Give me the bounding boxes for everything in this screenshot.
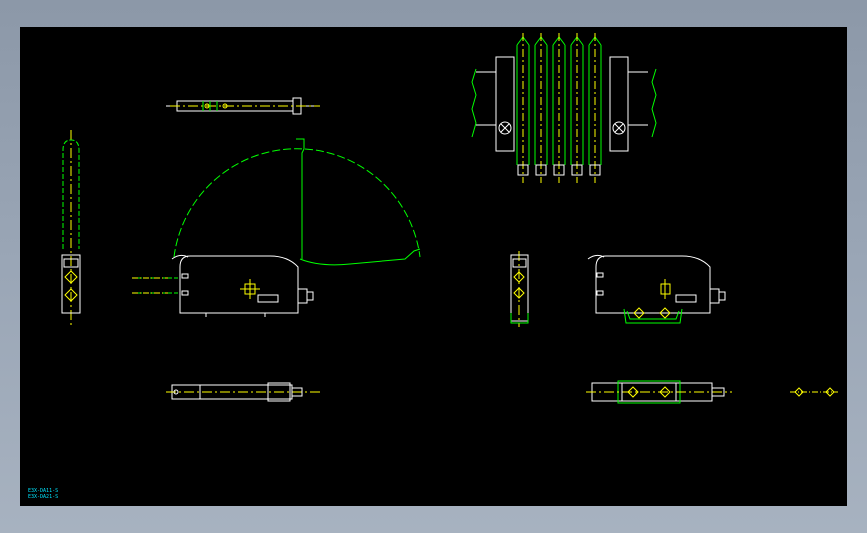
hole-detail [790,387,838,397]
stacked-amplifiers [516,33,602,183]
amplifier-front-body [595,255,711,314]
cover-swing-arc [173,148,421,258]
front-view [132,138,421,317]
cover-hidden [299,248,421,266]
label-plate [257,294,279,303]
bottom-view [166,382,322,402]
din-rail [623,308,683,324]
connector-stub [297,288,308,304]
top-view-horizontal [166,97,320,115]
gang-mount-assembly [471,33,657,183]
cover-open-position [296,138,305,259]
end-plate-right [609,56,629,152]
amplifier-front-body [179,255,299,314]
info-line: E3X-DA21-S [28,494,59,500]
cad-drawing-viewport[interactable]: E3X-DA11-S E3X-DA21-S [20,27,847,506]
drawing-info-labels: E3X-DA11-S E3X-DA21-S [28,488,58,500]
bottom-view-mounted [586,380,732,404]
right-side-view [510,251,529,327]
front-view-mounted [587,254,726,324]
fiber-cable [132,277,180,294]
left-side-view [61,130,81,327]
end-plate-left [495,56,515,152]
cad-drawing [61,33,838,404]
